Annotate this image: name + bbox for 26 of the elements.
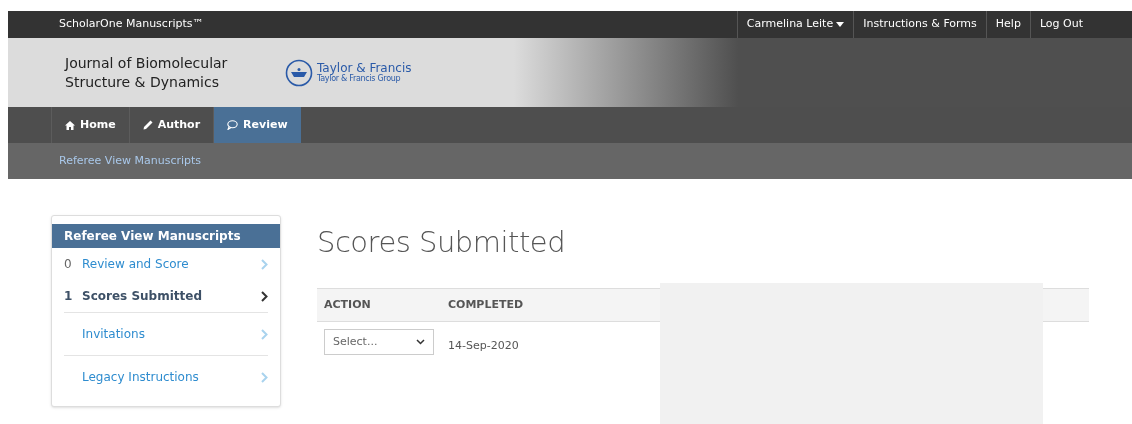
page-title: Scores Submitted bbox=[317, 225, 567, 259]
item-count: 1 bbox=[64, 288, 74, 305]
column-header: ACTION bbox=[324, 297, 371, 311]
sidebar-item[interactable]: 1 Scores Submitted bbox=[64, 280, 268, 312]
table-cell: 14-Sep-2020 bbox=[448, 339, 519, 352]
chevron-down-icon bbox=[416, 339, 425, 345]
column-header: COMPLETED bbox=[448, 297, 524, 311]
journal-title: Journal of Biomolecular Structure & Dynamics bbox=[65, 53, 229, 92]
action-select[interactable]: Select... bbox=[324, 329, 434, 355]
sidebar-title: Referee View Manuscripts bbox=[52, 224, 280, 248]
chevron-right-icon bbox=[261, 258, 268, 270]
sidebar-item[interactable]: Invitations bbox=[64, 312, 268, 355]
brand-name: ScholarOne Manuscripts™ bbox=[59, 16, 204, 33]
publisher-logo-icon bbox=[285, 58, 313, 87]
publisher-name: Taylor & Francis bbox=[317, 62, 412, 74]
chevron-right-icon bbox=[261, 328, 268, 340]
chevron-right-icon bbox=[261, 290, 268, 302]
item-count: 0 bbox=[64, 256, 73, 273]
home-icon bbox=[65, 120, 75, 130]
speech-bubble-icon bbox=[227, 120, 239, 130]
sidebar-item[interactable]: 0 Review and Score bbox=[64, 248, 268, 280]
publisher-group: Taylor & Francis Group bbox=[317, 75, 412, 83]
pencil-icon bbox=[142, 120, 153, 130]
nav-tab[interactable]: Review bbox=[213, 107, 301, 143]
chevron-right-icon bbox=[261, 371, 268, 383]
sidebar-item[interactable]: Legacy Instructions bbox=[64, 355, 268, 398]
